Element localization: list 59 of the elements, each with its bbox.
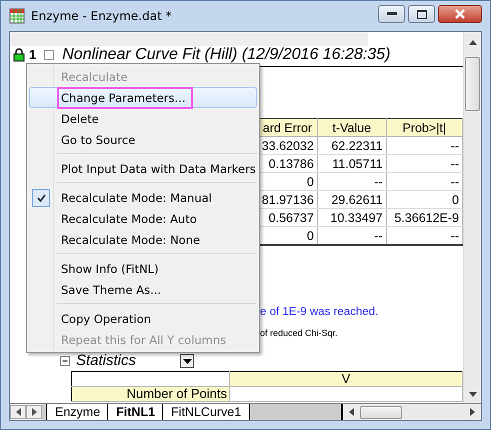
scrollbar-thumb[interactable]	[360, 406, 402, 418]
section-title: Statistics	[76, 353, 136, 369]
column-header: t-Value	[317, 118, 386, 136]
collapse-icon[interactable]	[60, 356, 70, 366]
column-header: V	[230, 372, 462, 386]
message-text: of reduced Chi-Sqr.	[260, 328, 339, 338]
menu-item[interactable]: Recalculate Mode: None	[29, 229, 257, 250]
scrollbar-thumb[interactable]	[465, 57, 480, 111]
table-cell: 62.22311	[317, 136, 386, 154]
report-title: Nonlinear Curve Fit (Hill) (12/9/2016 16:28:35)	[62, 46, 390, 64]
minimize-icon	[386, 12, 396, 16]
collapse-box[interactable]	[44, 50, 54, 60]
table-cell: 29.62611	[317, 190, 386, 208]
left-arrow-icon	[16, 408, 20, 416]
column-header: ard Error	[258, 118, 318, 136]
scroll-right-button[interactable]	[26, 405, 42, 419]
table-cell: --	[317, 172, 386, 190]
column-header: Prob>|t|	[386, 118, 462, 136]
menu-item[interactable]: Go to Source	[29, 129, 257, 150]
scroll-right-icon[interactable]	[470, 408, 475, 416]
table-cell: --	[386, 154, 462, 172]
maximize-icon	[416, 10, 426, 18]
table-cell: 11.05711	[317, 154, 386, 172]
menu-item[interactable]: Save Theme As...	[29, 279, 257, 300]
vertical-scrollbar[interactable]	[463, 32, 481, 403]
table-cell: --	[317, 226, 386, 245]
horizontal-scrollbar[interactable]	[341, 404, 481, 420]
scroll-left-icon[interactable]	[349, 408, 354, 416]
lock-icon[interactable]	[13, 48, 25, 62]
right-arrow-icon	[32, 408, 36, 416]
row-header: Number of Points	[72, 386, 230, 402]
table-cell: 5.36612E-9	[386, 208, 462, 226]
menu-item[interactable]: Copy Operation	[29, 308, 257, 329]
table-cell: 0	[386, 190, 462, 208]
caret-icon	[182, 358, 192, 364]
menu-item[interactable]: Recalculate Mode: Auto	[29, 208, 257, 229]
sheet-tab[interactable]: Enzyme	[46, 404, 110, 420]
table-cell: --	[386, 172, 462, 190]
sheet-tab[interactable]: FitNLCurve1	[162, 404, 250, 420]
menu-item[interactable]: Plot Input Data with Data Markers	[29, 158, 257, 179]
minimize-button[interactable]	[378, 5, 405, 23]
table-cell: 10.33497	[317, 208, 386, 226]
scroll-down-icon[interactable]	[468, 392, 476, 397]
sheet-tab[interactable]: FitNL1	[107, 404, 164, 420]
row-number: 1	[29, 47, 36, 62]
close-button[interactable]	[438, 5, 482, 23]
table-cell: --	[386, 136, 462, 154]
menu-item[interactable]: Delete	[29, 108, 257, 129]
dropdown-button[interactable]	[180, 354, 194, 368]
menu-item[interactable]: Show Info (FitNL)	[29, 258, 257, 279]
scroll-left-button[interactable]	[10, 405, 26, 419]
maximize-button[interactable]	[408, 5, 435, 23]
menu-item[interactable]: Recalculate Mode: Manual	[29, 187, 257, 208]
scroll-up-icon[interactable]	[468, 40, 476, 45]
menu-item[interactable]: Change Parameters...	[29, 87, 257, 108]
close-icon	[454, 9, 466, 19]
window-title: Enzyme - Enzyme.dat *	[31, 9, 172, 23]
grid-icon	[9, 8, 25, 24]
message-text: e of 1E-9 was reached.	[260, 306, 380, 318]
